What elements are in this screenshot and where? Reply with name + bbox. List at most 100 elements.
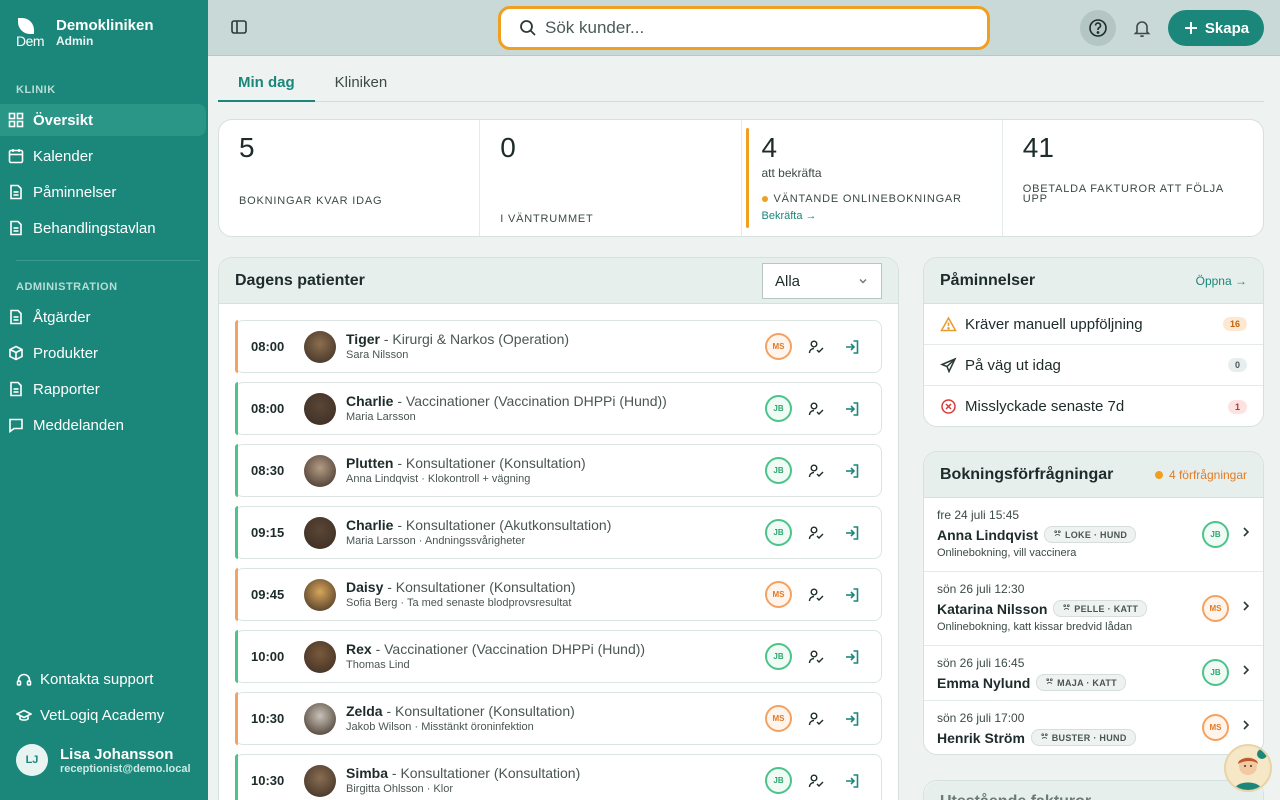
chevron-right-icon[interactable] bbox=[1241, 664, 1251, 676]
booking-request-item[interactable]: sön 26 juli 12:30 Katarina Nilsson PELLE… bbox=[924, 572, 1263, 646]
brand[interactable]: Dem Demokliniken Admin bbox=[16, 14, 154, 50]
check-in-icon[interactable] bbox=[844, 401, 860, 417]
user-name: Lisa Johansson bbox=[60, 745, 174, 763]
chevron-right-icon[interactable] bbox=[1241, 526, 1251, 538]
staff-badge: MS bbox=[1202, 595, 1229, 622]
staff-badge[interactable]: JB bbox=[765, 767, 792, 794]
reminder-manual-followup[interactable]: Kräver manuell uppföljning 16 bbox=[924, 304, 1263, 345]
open-reminders-link[interactable]: Öppna → bbox=[1196, 274, 1247, 288]
confirm-link[interactable]: Bekräfta → bbox=[762, 210, 817, 222]
sidebar-item-rapporter[interactable]: Rapporter bbox=[0, 373, 206, 405]
check-in-icon[interactable] bbox=[844, 649, 860, 665]
chevron-right-icon[interactable] bbox=[1241, 719, 1251, 731]
panel-header: Påminnelser Öppna → bbox=[924, 258, 1263, 304]
assign-user-icon[interactable] bbox=[808, 339, 824, 355]
check-in-icon[interactable] bbox=[844, 525, 860, 541]
panel-title: Bokningsförfrågningar bbox=[940, 465, 1114, 483]
assistant-avatar-button[interactable] bbox=[1224, 744, 1272, 792]
staff-badge[interactable]: JB bbox=[765, 643, 792, 670]
booking-request-item[interactable]: sön 26 juli 16:45 Emma Nylund MAJA · KAT… bbox=[924, 646, 1263, 701]
assign-user-icon[interactable] bbox=[808, 401, 824, 417]
grid-icon bbox=[8, 112, 24, 128]
booking-request-item[interactable]: fre 24 juli 15:45 Anna Lindqvist LOKE · … bbox=[924, 498, 1263, 572]
patient-subtitle: Sofia Berg · Ta med senaste blodprovsres… bbox=[346, 597, 572, 609]
sidebar: Dem Demokliniken Admin KLINIK Översikt K… bbox=[0, 0, 208, 800]
tabs: Min dag Kliniken bbox=[218, 66, 1264, 102]
staff-badge[interactable]: JB bbox=[765, 395, 792, 422]
help-button[interactable] bbox=[1080, 10, 1116, 46]
assign-user-icon[interactable] bbox=[808, 463, 824, 479]
tab-min-dag[interactable]: Min dag bbox=[218, 66, 315, 102]
patient-title[interactable]: Plutten - Konsultationer (Konsultation) bbox=[346, 455, 586, 471]
patient-row[interactable]: 10:00 Rex - Vaccinationer (Vaccination D… bbox=[235, 630, 882, 683]
stat-bookings-left[interactable]: 5 BOKNINGAR KVAR IDAG bbox=[219, 120, 481, 236]
request-date: sön 26 juli 12:30 bbox=[937, 582, 1025, 596]
sidebar-item-meddelanden[interactable]: Meddelanden bbox=[0, 409, 206, 441]
filter-select[interactable]: Alla bbox=[762, 263, 882, 299]
sidebar-item-produkter[interactable]: Produkter bbox=[0, 337, 206, 369]
check-in-icon[interactable] bbox=[844, 773, 860, 789]
staff-badge[interactable]: MS bbox=[765, 705, 792, 732]
appointment-time: 10:00 bbox=[251, 649, 285, 664]
stat-waiting-room[interactable]: 0 I VÄNTRUMMET bbox=[480, 120, 742, 236]
patient-row[interactable]: 09:45 Daisy - Konsultationer (Konsultati… bbox=[235, 568, 882, 621]
patient-title[interactable]: Daisy - Konsultationer (Konsultation) bbox=[346, 579, 576, 595]
assign-user-icon[interactable] bbox=[808, 773, 824, 789]
staff-badge[interactable]: JB bbox=[765, 457, 792, 484]
tab-kliniken[interactable]: Kliniken bbox=[315, 66, 408, 102]
patient-row[interactable]: 10:30 Simba - Konsultationer (Konsultati… bbox=[235, 754, 882, 800]
staff-badge[interactable]: MS bbox=[765, 333, 792, 360]
sidebar-item-paminnelser[interactable]: Påminnelser bbox=[0, 176, 206, 208]
booking-request-item[interactable]: sön 26 juli 17:00 Henrik Ström BUSTER · … bbox=[924, 701, 1263, 754]
reminder-outgoing-today[interactable]: På väg ut idag 0 bbox=[924, 345, 1263, 386]
check-in-icon[interactable] bbox=[844, 339, 860, 355]
patient-title[interactable]: Charlie - Vaccinationer (Vaccination DHP… bbox=[346, 393, 667, 409]
patient-title[interactable]: Tiger - Kirurgi & Narkos (Operation) bbox=[346, 331, 569, 347]
assign-user-icon[interactable] bbox=[808, 525, 824, 541]
academy-link[interactable]: VetLogiq Academy bbox=[16, 707, 164, 724]
create-button[interactable]: Skapa bbox=[1168, 10, 1264, 46]
patient-title[interactable]: Zelda - Konsultationer (Konsultation) bbox=[346, 703, 575, 719]
request-date: fre 24 juli 15:45 bbox=[937, 508, 1020, 522]
booking-requests-panel: Bokningsförfrågningar 4 förfrågningar fr… bbox=[923, 451, 1264, 755]
sidebar-item-label: Rapporter bbox=[33, 380, 100, 398]
send-icon bbox=[940, 357, 957, 373]
contact-support-link[interactable]: Kontakta support bbox=[16, 671, 153, 688]
staff-badge[interactable]: MS bbox=[765, 581, 792, 608]
sidebar-item-behandlingstavlan[interactable]: Behandlingstavlan bbox=[0, 212, 206, 244]
sidebar-item-kalender[interactable]: Kalender bbox=[0, 140, 206, 172]
sidebar-item-oversikt[interactable]: Översikt bbox=[0, 104, 206, 136]
assign-user-icon[interactable] bbox=[808, 711, 824, 727]
stat-value: 4 bbox=[761, 132, 778, 163]
create-label: Skapa bbox=[1204, 19, 1250, 37]
search-input[interactable]: Sök kunder... bbox=[498, 6, 990, 50]
patient-row[interactable]: 10:30 Zelda - Konsultationer (Konsultati… bbox=[235, 692, 882, 745]
staff-badge[interactable]: JB bbox=[765, 519, 792, 546]
patient-row[interactable]: 08:00 Charlie - Vaccinationer (Vaccinati… bbox=[235, 382, 882, 435]
check-in-icon[interactable] bbox=[844, 711, 860, 727]
patient-title[interactable]: Rex - Vaccinationer (Vaccination DHPPi (… bbox=[346, 641, 645, 657]
appointment-time: 09:45 bbox=[251, 587, 285, 602]
sidebar-toggle-icon[interactable] bbox=[230, 18, 248, 36]
sidebar-item-atgarder[interactable]: Åtgärder bbox=[0, 301, 206, 333]
staff-badge: JB bbox=[1202, 521, 1229, 548]
clinic-name: Demokliniken bbox=[56, 16, 154, 34]
check-in-icon[interactable] bbox=[844, 463, 860, 479]
patient-row[interactable]: 09:15 Charlie - Konsultationer (Akutkons… bbox=[235, 506, 882, 559]
status-bar bbox=[235, 692, 238, 745]
assign-user-icon[interactable] bbox=[808, 649, 824, 665]
user-profile[interactable]: LJ Lisa Johansson receptionist@demo.loca… bbox=[16, 744, 191, 776]
check-in-icon[interactable] bbox=[844, 587, 860, 603]
stat-value: 0 bbox=[500, 132, 516, 163]
stat-unpaid-invoices[interactable]: 41 OBETALDA FAKTUROR ATT FÖLJA UPP bbox=[1003, 120, 1263, 236]
reminder-failed[interactable]: Misslyckade senaste 7d 1 bbox=[924, 386, 1263, 426]
notifications-button[interactable] bbox=[1124, 10, 1160, 46]
patient-title[interactable]: Simba - Konsultationer (Konsultation) bbox=[346, 765, 580, 781]
patient-row[interactable]: 08:00 Tiger - Kirurgi & Narkos (Operatio… bbox=[235, 320, 882, 373]
chevron-right-icon[interactable] bbox=[1241, 600, 1251, 612]
stat-online-bookings[interactable]: 4 att bekräfta VÄNTANDE ONLINEBOKNINGAR … bbox=[742, 120, 1003, 236]
panel-header: Dagens patienter Alla bbox=[219, 258, 898, 304]
assign-user-icon[interactable] bbox=[808, 587, 824, 603]
patient-title[interactable]: Charlie - Konsultationer (Akutkonsultati… bbox=[346, 517, 611, 533]
patient-row[interactable]: 08:30 Plutten - Konsultationer (Konsulta… bbox=[235, 444, 882, 497]
